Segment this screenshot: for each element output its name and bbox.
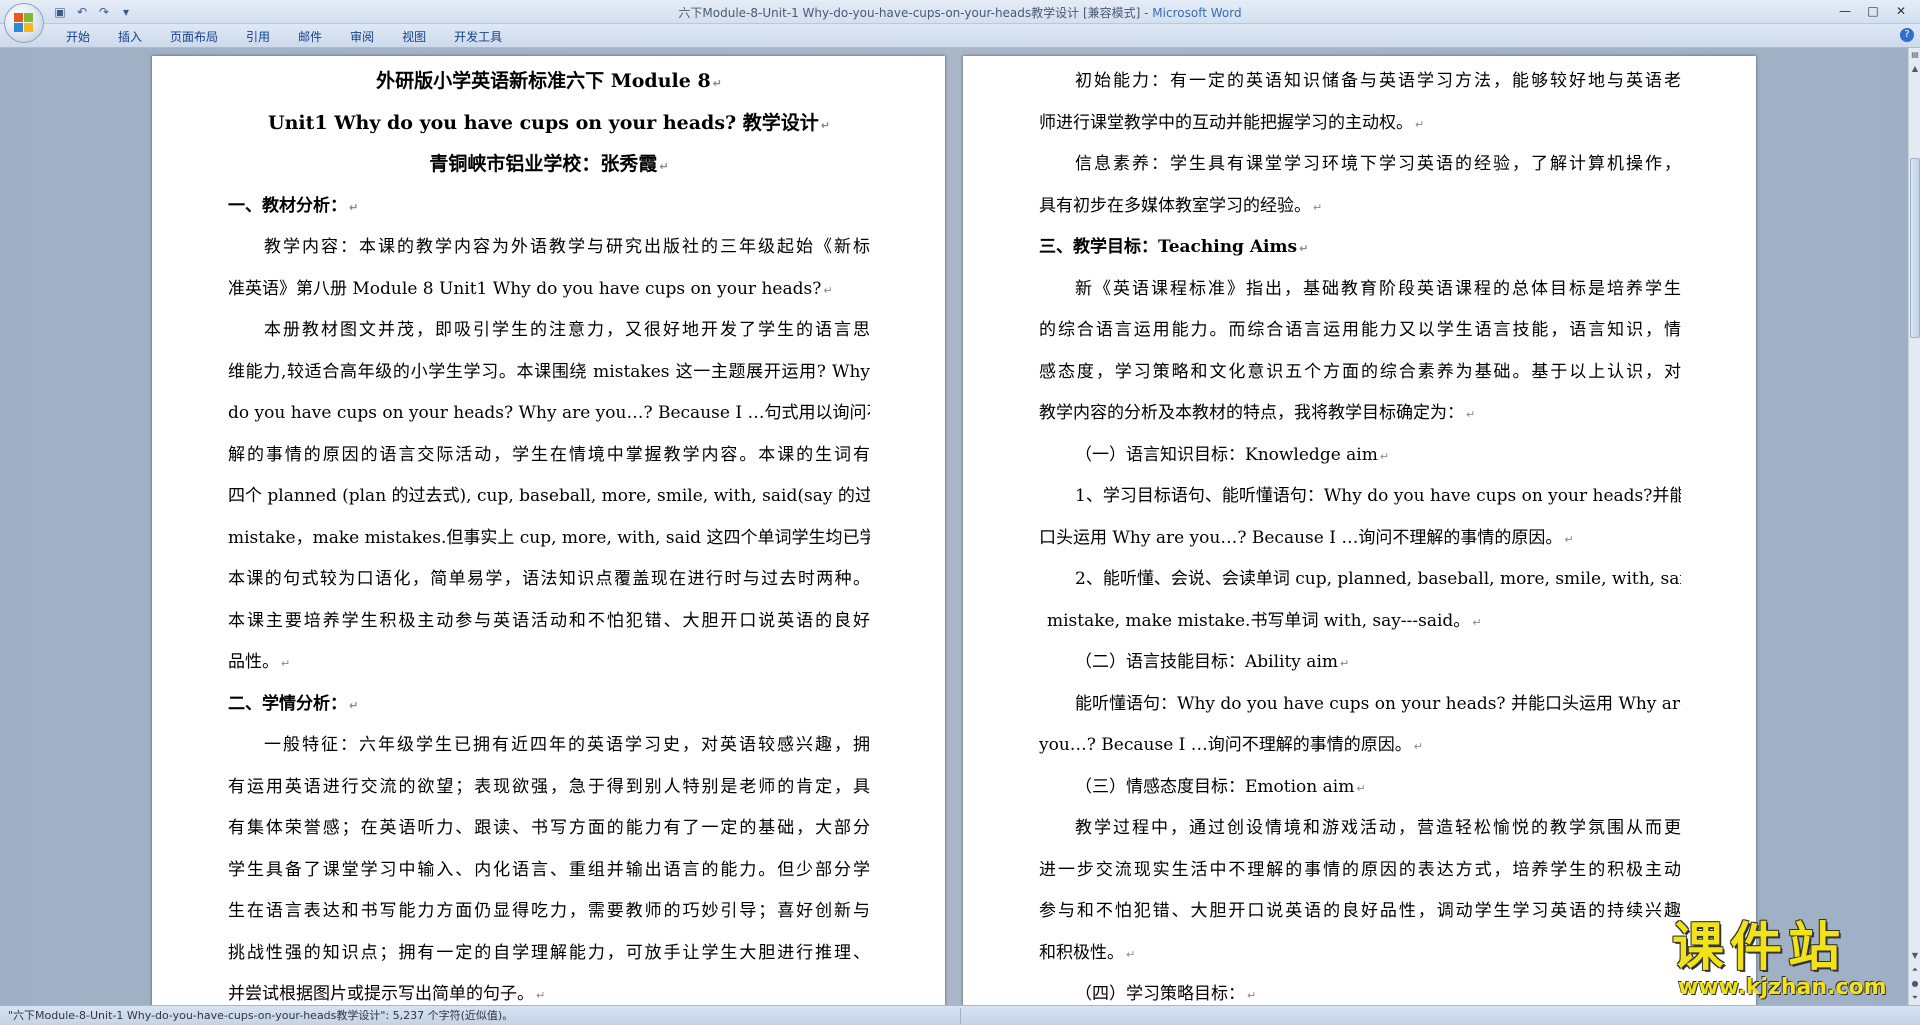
- document-workspace: 外研版小学英语新标准六下 Module 8 ↵ Unit1 Why do you …: [0, 48, 1908, 1005]
- document-title: 六下Module-8-Unit-1 Why-do-you-have-cups-o…: [678, 6, 1153, 20]
- page-right-content: 初始能力：有一定的英语知识储备与英语学习方法，能够较好地与英语老 师进行课堂教学…: [1039, 61, 1681, 1005]
- site-watermark-logo: 课件站 www.kjzhan.com: [1672, 920, 1908, 1002]
- page-left-content: 外研版小学英语新标准六下 Module 8 ↵ Unit1 Why do you …: [228, 61, 870, 1005]
- ribbon: 开始 插入 页面布局 引用 邮件 审阅 视图 开发工具 ?: [0, 24, 1920, 48]
- text-line: 挑战性强的知识点；拥有一定的自学理解能力，可放手让学生大胆进行推理、: [228, 942, 870, 963]
- status-bar: "六下Module-8-Unit-1 Why-do-you-have-cups-…: [0, 1005, 1920, 1025]
- scroll-bottom-controls: ▼ ⏶ ● ⏷: [1909, 949, 1920, 1005]
- window-title: 六下Module-8-Unit-1 Why-do-you-have-cups-o…: [0, 4, 1920, 21]
- text-line: 一般特征：六年级学生已拥有近四年的英语学习史，对英语较感兴趣，拥: [264, 735, 870, 755]
- subsection-heading: （二）语言技能目标：Ability aim ↵: [1075, 652, 1350, 672]
- text-line: 教学内容的分析及本教材的特点，我将教学目标确定为： ↵: [1039, 403, 1476, 423]
- text-line: 本册教材图文并茂，即吸引学生的注意力，又很好地开发了学生的语言思: [264, 320, 870, 340]
- text-line: 本课主要培养学生积极主动参与英语活动和不怕犯错、大胆开口说英语的良好: [228, 610, 870, 631]
- text-line: 1、学习目标语句、能听懂语句：Why do you have cups on y…: [1075, 486, 1681, 506]
- text-line: 参与和不怕犯错、大胆开口说英语的良好品性，调动学生学习英语的持续兴趣: [1039, 901, 1681, 921]
- text-line: 品性。 ↵: [228, 652, 291, 672]
- text-line: 感态度，学习策略和文化意识五个方面的综合素养为基础。基于以上认识，对: [1039, 361, 1681, 382]
- text-line: do you have cups on your heads? Why are …: [228, 403, 870, 423]
- status-divider: [960, 1008, 961, 1024]
- text-line: 有集体荣誉感；在英语听力、跟读、书写方面的能力有了一定的基础，大部分: [228, 818, 870, 838]
- section-heading-2: 二、学情分析： ↵: [228, 693, 359, 714]
- app-name: Microsoft Word: [1152, 6, 1242, 20]
- text-line: 能听懂语句：Why do you have cups on your heads…: [1075, 693, 1681, 714]
- text-line: 新《英语课程标准》指出，基础教育阶段英语课程的总体目标是培养学生: [1075, 278, 1681, 299]
- tab-view[interactable]: 视图: [388, 28, 440, 46]
- browse-object-icon[interactable]: ●: [1909, 977, 1920, 991]
- text-line: 有运用英语进行交流的欲望；表现欲强，急于得到别人特别是老师的肯定，具: [228, 776, 870, 797]
- text-line: 准英语》第八册 Module 8 Unit1 Why do you have c…: [228, 278, 833, 299]
- text-line: 解的事情的原因的语言交际活动，学生在情境中掌握教学内容。本课的生词有: [228, 444, 870, 465]
- tab-references[interactable]: 引用: [232, 28, 284, 46]
- text-line: 四个 planned (plan 的过去式), cup, baseball, m…: [228, 486, 870, 506]
- tab-insert[interactable]: 插入: [104, 28, 156, 46]
- text-line: 初始能力：有一定的英语知识储备与英语学习方法，能够较好地与英语老: [1075, 71, 1681, 91]
- subsection-heading: （一）语言知识目标：Knowledge aim ↵: [1075, 444, 1390, 465]
- maximize-button[interactable]: □: [1860, 2, 1886, 20]
- previous-page-icon[interactable]: ⏶: [1909, 963, 1920, 977]
- subsection-heading: （三）情感态度目标：Emotion aim ↵: [1075, 776, 1366, 797]
- title-bar: ▣ ↶ ↷ ▾ 六下Module-8-Unit-1 Why-do-you-hav…: [0, 0, 1920, 24]
- section-heading-3: 三、教学目标：Teaching Aims ↵: [1039, 237, 1309, 257]
- doc-title-2: Unit1 Why do you have cups on your heads…: [268, 111, 830, 134]
- window-controls: — □ ✕: [1832, 2, 1914, 20]
- text-line: 教学过程中，通过创设情境和游戏活动，营造轻松愉悦的教学氛围从而更: [1075, 818, 1681, 838]
- ruler-toggle-icon[interactable]: ▤: [1909, 48, 1920, 62]
- vertical-scrollbar[interactable]: ▤ ▲ ▼ ⏶ ● ⏷: [1908, 48, 1920, 1005]
- text-line: 的综合语言运用能力。而综合语言运用能力又以学生语言技能，语言知识，情: [1039, 320, 1681, 340]
- text-line: 师进行课堂教学中的互动并能把握学习的主动权。 ↵: [1039, 112, 1425, 133]
- ribbon-tabs: 开始 插入 页面布局 引用 邮件 审阅 视图 开发工具: [52, 28, 516, 46]
- office-button[interactable]: [4, 3, 44, 43]
- text-line: 本课的句式较为口语化，简单易学，语法知识点覆盖现在进行时与过去时两种。: [228, 569, 870, 589]
- text-line: 口头运用 Why are you…? Because I …询问不理解的事情的原…: [1039, 527, 1574, 548]
- tab-developer[interactable]: 开发工具: [440, 28, 516, 46]
- tab-mailings[interactable]: 邮件: [284, 28, 336, 46]
- text-line: you…? Because I …询问不理解的事情的原因。 ↵: [1039, 735, 1423, 755]
- section-heading-1: 一、教材分析： ↵: [228, 195, 359, 216]
- text-line: 进一步交流现实生活中不理解的事情的原因的表达方式，培养学生的积极主动: [1039, 859, 1681, 880]
- text-line: 生在语言表达和书写能力方面仍显得吃力，需要教师的巧妙引导；喜好创新与: [228, 901, 870, 921]
- text-line: 具有初步在多媒体教室学习的经验。 ↵: [1039, 195, 1323, 216]
- watermark-text: 课件站: [1672, 918, 1847, 978]
- tab-review[interactable]: 审阅: [336, 28, 388, 46]
- text-line: 学生具备了课堂学习中输入、内化语言、重组并输出语言的能力。但少部分学: [228, 859, 870, 880]
- office-logo-icon: [14, 13, 34, 33]
- tab-home[interactable]: 开始: [52, 28, 104, 46]
- page-right[interactable]: 初始能力：有一定的英语知识储备与英语学习方法，能够较好地与英语老 师进行课堂教学…: [963, 56, 1756, 1005]
- scroll-down-arrow-icon[interactable]: ▼: [1909, 949, 1920, 963]
- text-line: 教学内容：本课的教学内容为外语教学与研究出版社的三年级起始《新标: [264, 237, 870, 257]
- text-line: 2、能听懂、会说、会读单词 cup, planned, baseball, mo…: [1075, 569, 1681, 589]
- text-line: 和积极性。 ↵: [1039, 942, 1136, 963]
- scrollbar-thumb[interactable]: [1910, 158, 1920, 338]
- next-page-icon[interactable]: ⏷: [1909, 991, 1920, 1005]
- help-icon[interactable]: ?: [1900, 28, 1914, 42]
- text-line: 维能力,较适合高年级的小学生学习。本课围绕 mistakes 这一主题展开运用?…: [228, 361, 870, 382]
- close-button[interactable]: ✕: [1888, 2, 1914, 20]
- tab-page-layout[interactable]: 页面布局: [156, 28, 232, 46]
- doc-author: 青铜峡市铝业学校：张秀霞 ↵: [429, 153, 669, 175]
- status-text: "六下Module-8-Unit-1 Why-do-you-have-cups-…: [8, 1009, 514, 1022]
- scroll-up-arrow-icon[interactable]: ▲: [1909, 62, 1920, 76]
- watermark-url: www.kjzhan.com: [1678, 975, 1887, 1000]
- text-line: mistake, make mistake.书写单词 with, say---s…: [1047, 610, 1482, 631]
- text-line: 信息素养：学生具有课堂学习环境下学习英语的经验，了解计算机操作，: [1075, 154, 1681, 174]
- text-line: mistake，make mistakes.但事实上 cup, more, wi…: [228, 527, 870, 548]
- subsection-heading: （四）学习策略目标： ↵: [1075, 984, 1257, 1004]
- doc-title-1: 外研版小学英语新标准六下 Module 8 ↵: [376, 70, 722, 92]
- text-line: 并尝试根据图片或提示写出简单的句子。 ↵: [228, 984, 546, 1004]
- minimize-button[interactable]: —: [1832, 2, 1858, 20]
- page-left[interactable]: 外研版小学英语新标准六下 Module 8 ↵ Unit1 Why do you …: [152, 56, 945, 1005]
